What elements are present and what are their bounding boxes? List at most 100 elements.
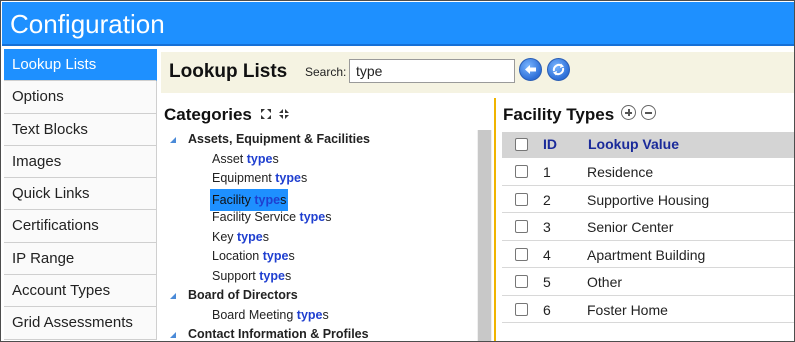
tree-item[interactable]: Facility types — [161, 188, 477, 211]
row-lookup-value: Apartment Building — [587, 246, 706, 263]
row-checkbox[interactable] — [515, 302, 528, 316]
row-lookup-value: Senior Center — [587, 219, 674, 235]
categories-heading: Categories — [164, 105, 252, 124]
search-match-text: type — [246, 151, 273, 166]
grid-body: 1 Residence 2 Supportive Housing 3 Senior Cen… — [502, 158, 794, 323]
row-lookup-value: Residence — [587, 164, 654, 180]
tree-item-label[interactable]: Location types — [210, 247, 297, 267]
refresh-button[interactable] — [547, 58, 570, 81]
tree-scrollbar-thumb[interactable] — [478, 130, 491, 341]
tree-controls — [260, 107, 292, 125]
label-prefix: Board Meeting — [212, 307, 297, 322]
label-prefix: Key — [212, 229, 238, 244]
tree-item-label[interactable]: Support types — [210, 267, 293, 287]
sidebar-item-grid-assessments[interactable]: Grid Assessments — [4, 307, 157, 340]
label-suffix: s — [272, 151, 279, 166]
refresh-icon — [552, 63, 565, 76]
search-match-text: type — [254, 192, 281, 207]
label-suffix: s — [284, 268, 292, 283]
lookup-value-column-header[interactable]: Lookup Value — [588, 136, 679, 152]
sidebar-item-lookup-lists[interactable]: Lookup Lists — [4, 49, 157, 82]
tree-item-label[interactable]: Asset types — [210, 150, 281, 170]
tree-group[interactable]: Assets, Equipment & Facilities — [161, 130, 477, 150]
search-label: Search: — [305, 65, 347, 79]
search-match-text: type — [237, 229, 263, 244]
sidebar-item-quick-links[interactable]: Quick Links — [4, 178, 157, 211]
row-checkbox[interactable] — [515, 192, 528, 206]
sidebar-item-account-types[interactable]: Account Types — [4, 275, 157, 308]
row-checkbox[interactable] — [515, 165, 528, 178]
table-row[interactable]: 3 Senior Center — [502, 213, 794, 241]
label-suffix: s — [325, 210, 332, 224]
facility-types-panel: Facility Types ID Lookup Value 1 Residenc… — [499, 97, 794, 341]
back-arrow-icon — [525, 65, 536, 74]
tree-item-label[interactable]: Board Meeting types — [210, 306, 331, 326]
search-match-text: type — [299, 210, 326, 224]
tree-item-label[interactable]: Key types — [210, 228, 271, 248]
lookup-toolbar: Lookup Lists Search: — [161, 52, 794, 93]
id-column-header[interactable]: ID — [543, 136, 557, 152]
table-row[interactable]: 4 Apartment Building — [502, 240, 794, 268]
tree-group[interactable]: Contact Information & Profiles — [161, 325, 477, 341]
expand-all-icon[interactable] — [260, 107, 272, 125]
label-prefix: Facility — [212, 192, 255, 207]
row-id: 6 — [543, 301, 551, 318]
row-checkbox[interactable] — [515, 247, 528, 261]
expand-caret-icon[interactable] — [170, 332, 176, 338]
panel-splitter[interactable] — [494, 98, 496, 341]
search-match-text: type — [259, 268, 285, 283]
label-prefix: Location — [212, 249, 263, 263]
row-id: 2 — [543, 191, 551, 208]
sidebar-item-images[interactable]: Images — [4, 145, 157, 179]
back-button[interactable] — [519, 58, 542, 81]
app-title: Configuration — [10, 9, 165, 39]
table-row[interactable]: 2 Supportive Housing — [502, 185, 794, 213]
remove-icon[interactable] — [641, 105, 657, 120]
label-prefix: Equipment — [212, 171, 276, 185]
label-suffix: s — [288, 249, 295, 263]
tree-item[interactable]: Support types — [161, 267, 477, 287]
tree-group-label: Board of Directors — [188, 288, 298, 302]
label-prefix: Facility Service — [212, 210, 300, 224]
row-id: 5 — [543, 274, 551, 290]
tree-group[interactable]: Board of Directors — [161, 286, 477, 306]
tree-group-label: Assets, Equipment & Facilities — [188, 132, 370, 146]
row-controls — [621, 105, 657, 125]
sidebar-nav: Lookup Lists Options Text Blocks Images Quic… — [4, 49, 157, 341]
select-all-checkbox[interactable] — [515, 138, 528, 151]
search-match-text: type — [275, 171, 301, 185]
tree-item[interactable]: Facility Service types — [161, 208, 477, 228]
tree-item-label[interactable]: Equipment types — [210, 169, 309, 189]
configuration-window: Configuration Lookup Lists Options Text Bl… — [0, 0, 795, 342]
table-row[interactable]: 5 Other — [502, 268, 794, 296]
tree-item[interactable]: Asset types — [161, 150, 477, 170]
search-match-text: type — [262, 249, 289, 263]
sidebar-item-certifications[interactable]: Certifications — [4, 210, 157, 243]
app-header: Configuration — [2, 2, 794, 46]
table-row[interactable]: 1 Residence — [502, 158, 794, 186]
tree-item[interactable]: Location types — [161, 247, 477, 267]
categories-panel: Categories Assets, Equipment & Facilitie… — [161, 97, 493, 341]
sidebar-item-text-blocks[interactable]: Text Blocks — [4, 113, 157, 146]
search-match-text: type — [296, 307, 323, 322]
collapse-all-icon[interactable] — [278, 107, 290, 125]
sidebar-item-options[interactable]: Options — [4, 81, 157, 114]
tree-item[interactable]: Key types — [161, 228, 477, 248]
table-row[interactable]: 6 Foster Home — [502, 295, 794, 323]
search-input[interactable] — [349, 59, 515, 83]
label-suffix: s — [300, 171, 308, 185]
label-suffix: s — [262, 229, 269, 244]
grid-header: ID Lookup Value — [502, 132, 794, 158]
tree-group-label: Contact Information & Profiles — [188, 327, 369, 341]
tree-item[interactable]: Equipment types — [161, 169, 477, 189]
row-checkbox[interactable] — [515, 275, 528, 288]
tree-item-label[interactable]: Facility Service types — [210, 208, 333, 228]
row-checkbox[interactable] — [515, 220, 528, 233]
lookup-grid: ID Lookup Value 1 Residence 2 Supportive Ho… — [502, 132, 794, 323]
sidebar-item-ip-range[interactable]: IP Range — [4, 242, 157, 276]
tree-item[interactable]: Board Meeting types — [161, 306, 477, 326]
facility-types-heading: Facility Types — [503, 105, 615, 124]
add-icon[interactable] — [621, 105, 636, 120]
expand-caret-icon[interactable] — [170, 293, 176, 299]
expand-caret-icon[interactable] — [170, 137, 176, 143]
